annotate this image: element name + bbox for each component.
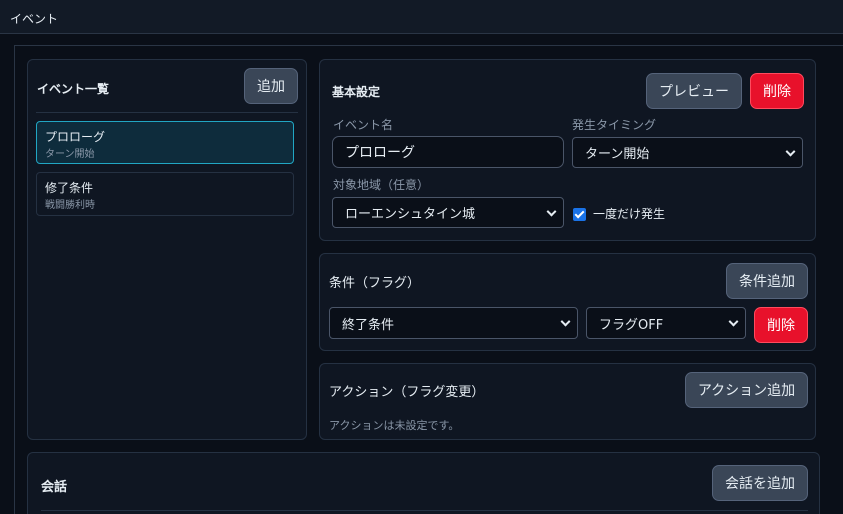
basic-settings-heading: 基本設定	[332, 85, 381, 99]
dialogue-heading: 会話	[41, 480, 68, 495]
timing-label: 発生タイミング	[572, 118, 657, 132]
dialogue-panel: 会話 会話を追加	[27, 452, 820, 514]
actions-empty-text: アクションは未設定です。	[329, 419, 460, 432]
once-checkbox[interactable]	[573, 208, 586, 221]
chevron-down-icon	[546, 206, 557, 217]
event-list-heading: イベント一覧	[37, 82, 110, 96]
conditions-heading: 条件（フラグ）	[329, 276, 421, 291]
once-label: 一度だけ発生	[593, 207, 666, 221]
preview-button[interactable]: プレビュー	[646, 73, 742, 109]
condition-flag-select[interactable]: 終了条件	[329, 307, 578, 339]
basic-settings-panel: 基本設定 プレビュー 削除 イベント名 プロローグ 発生タイミング ターン開始 …	[319, 59, 816, 241]
event-list-item-prologue[interactable]: プロローグ ターン開始	[36, 121, 294, 164]
actions-panel: アクション（フラグ変更） アクション追加 アクションは未設定です。	[319, 363, 816, 440]
condition-flag-value: 終了条件	[342, 317, 395, 333]
timing-select[interactable]: ターン開始	[572, 137, 803, 168]
add-condition-button[interactable]: 条件追加	[726, 263, 808, 299]
region-select[interactable]: ローエンシュタイン城	[332, 197, 564, 228]
chevron-down-icon	[560, 316, 571, 327]
dialogue-divider	[41, 510, 808, 511]
region-select-value: ローエンシュタイン城	[345, 207, 476, 222]
event-item-subtitle: ターン開始	[45, 149, 95, 160]
event-name-label: イベント名	[333, 118, 394, 132]
delete-event-button[interactable]: 削除	[750, 73, 804, 109]
add-dialogue-button[interactable]: 会話を追加	[712, 465, 808, 501]
event-item-subtitle: 戦闘勝利時	[45, 200, 95, 211]
event-list-item-end-condition[interactable]: 修了条件 戦闘勝利時	[36, 172, 294, 216]
delete-condition-button[interactable]: 削除	[754, 307, 808, 343]
chevron-down-icon	[785, 146, 796, 157]
condition-state-value: フラグOFF	[599, 317, 664, 333]
event-item-title: 修了条件	[45, 181, 94, 195]
window-title: イベント	[10, 12, 59, 26]
conditions-panel: 条件（フラグ） 条件追加 終了条件 フラグOFF 削除	[319, 253, 816, 351]
window-titlebar: イベント	[0, 0, 843, 34]
chevron-down-icon	[728, 316, 739, 327]
actions-heading: アクション（フラグ変更）	[329, 385, 485, 400]
event-item-title: プロローグ	[45, 130, 106, 144]
region-label: 対象地域（任意）	[333, 178, 430, 192]
add-event-button[interactable]: 追加	[244, 68, 298, 104]
timing-select-value: ターン開始	[585, 147, 650, 162]
event-name-input[interactable]: プロローグ	[332, 136, 564, 168]
event-list-divider	[36, 112, 298, 113]
condition-state-select[interactable]: フラグOFF	[586, 307, 746, 339]
event-list-panel: イベント一覧 追加 プロローグ ターン開始 修了条件 戦闘勝利時	[27, 59, 307, 440]
add-action-button[interactable]: アクション追加	[685, 372, 808, 408]
